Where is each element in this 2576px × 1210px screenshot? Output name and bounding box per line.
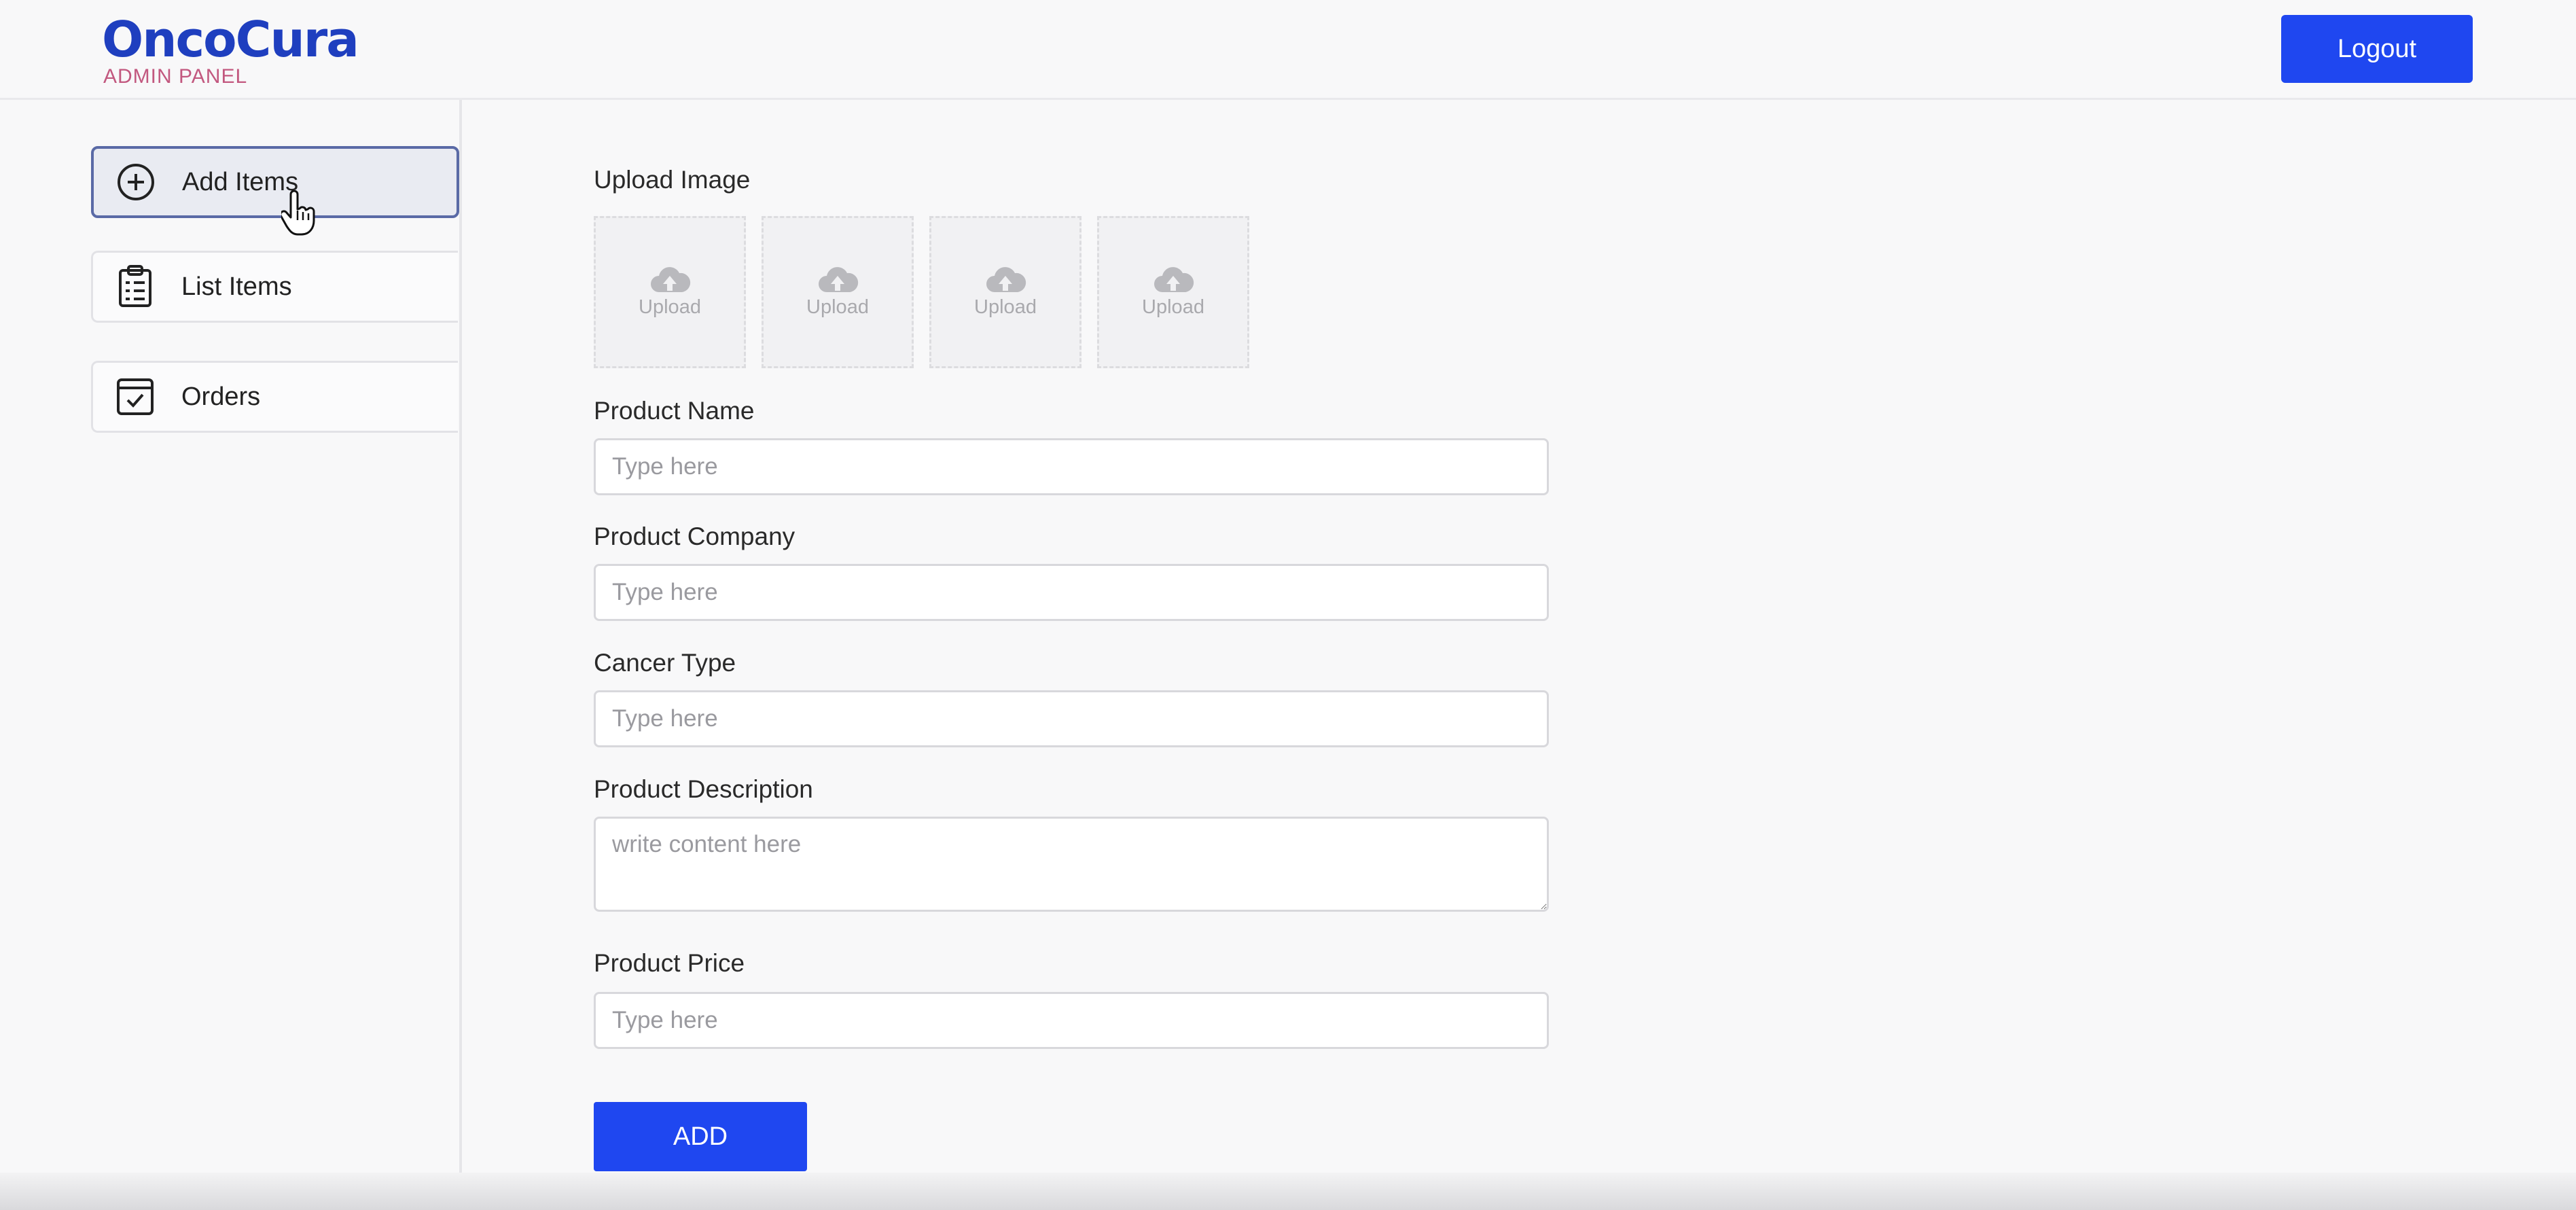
upload-slot-text: Upload — [974, 296, 1037, 318]
cloud-upload-icon — [651, 266, 691, 292]
product-name-input[interactable] — [594, 438, 1549, 495]
logo-subtitle: ADMIN PANEL — [103, 65, 248, 88]
hand-cursor-icon — [279, 190, 317, 241]
upload-slot-text: Upload — [639, 296, 701, 318]
logo: OncoCura ADMIN PANEL — [102, 11, 359, 88]
sidebar-item-orders[interactable]: Orders — [91, 361, 458, 433]
cancer-type-input[interactable] — [594, 690, 1549, 747]
upload-slot-text: Upload — [806, 296, 869, 318]
logo-name: OncoCura — [102, 11, 359, 68]
upload-slot-text: Upload — [1142, 296, 1204, 318]
clipboard-list-icon — [115, 265, 156, 307]
upload-image-label: Upload Image — [594, 166, 751, 194]
product-name-label: Product Name — [594, 397, 755, 425]
product-company-label: Product Company — [594, 522, 795, 550]
product-price-label: Product Price — [594, 949, 745, 977]
upload-slot-2[interactable]: Upload — [762, 216, 914, 368]
sidebar-item-list-items[interactable]: List Items — [91, 251, 458, 323]
product-price-input[interactable] — [594, 992, 1549, 1049]
product-description-textarea[interactable] — [594, 817, 1549, 912]
cloud-upload-icon — [986, 266, 1026, 292]
upload-slot-4[interactable]: Upload — [1097, 216, 1249, 368]
top-header: OncoCura ADMIN PANEL Logout — [0, 0, 2576, 100]
cloud-upload-icon — [1154, 266, 1194, 292]
cloud-upload-icon — [819, 266, 859, 292]
sidebar: Add Items List Items Orders — [0, 100, 462, 1210]
sidebar-item-label: Orders — [181, 382, 261, 411]
sidebar-item-label: List Items — [181, 272, 292, 301]
add-button[interactable]: ADD — [594, 1102, 807, 1171]
logout-button[interactable]: Logout — [2281, 15, 2473, 83]
product-company-input[interactable] — [594, 564, 1549, 621]
cancer-type-label: Cancer Type — [594, 649, 736, 677]
upload-slot-3[interactable]: Upload — [929, 216, 1081, 368]
plus-circle-icon — [115, 162, 156, 202]
bottom-edge — [0, 1173, 2576, 1210]
logo-part-2: Cura — [235, 11, 359, 68]
upload-slot-1[interactable]: Upload — [594, 216, 746, 368]
sidebar-item-add-items[interactable]: Add Items — [91, 146, 459, 218]
logo-part-1: Onco — [102, 11, 237, 68]
checkbox-icon — [115, 376, 156, 417]
product-description-label: Product Description — [594, 775, 813, 803]
